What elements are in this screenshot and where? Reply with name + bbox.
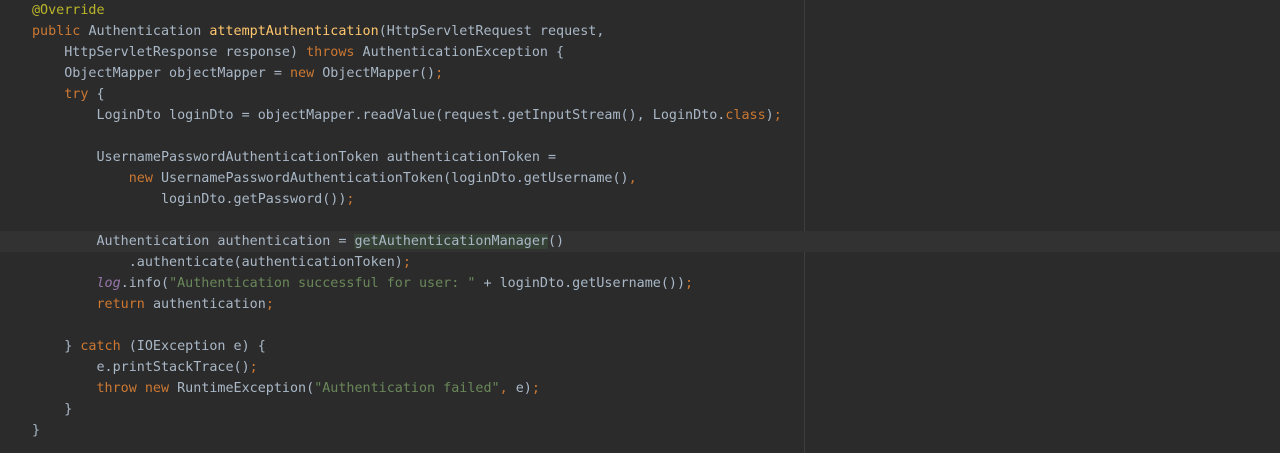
code-line[interactable]: }	[32, 420, 782, 441]
annotation-token: @Override	[32, 3, 105, 18]
code-token: UsernamePasswordAuthenticationToken auth…	[32, 150, 557, 165]
keyword-token: ;	[773, 108, 782, 123]
keyword-token: return	[96, 297, 153, 312]
code-line[interactable]: try {	[32, 84, 782, 105]
code-token: e)	[515, 381, 532, 396]
code-token: .authenticate(authenticationToken)	[32, 255, 403, 270]
code-token: (IOException e) {	[128, 339, 266, 354]
keyword-token: ;	[346, 192, 355, 207]
code-token: UsernamePasswordAuthenticationToken(logi…	[161, 171, 629, 186]
code-line[interactable]: UsernamePasswordAuthenticationToken auth…	[32, 147, 782, 168]
code-line[interactable]	[32, 315, 782, 336]
code-line[interactable]: return authentication;	[32, 294, 782, 315]
code-line[interactable]: } catch (IOException e) {	[32, 336, 782, 357]
code-token: ()	[547, 234, 565, 249]
code-token: Authentication	[88, 24, 210, 39]
code-token: .info(	[120, 276, 170, 291]
code-area[interactable]: @Override public Authentication attemptAu…	[0, 0, 1280, 441]
code-token: }	[32, 339, 81, 354]
keyword-token: ,	[499, 381, 516, 396]
code-token: RuntimeException(	[177, 381, 315, 396]
code-line[interactable]: ObjectMapper objectMapper = new ObjectMa…	[32, 63, 782, 84]
keyword-token: new	[289, 66, 323, 81]
code-token: ObjectMapper()	[322, 66, 436, 81]
code-line[interactable]: loginDto.getPassword());	[32, 189, 782, 210]
keyword-token: ;	[685, 276, 694, 291]
keyword-token: new	[128, 171, 161, 186]
right-margin-guide	[804, 0, 805, 453]
code-token: )	[765, 108, 774, 123]
code-line[interactable]: log.info("Authentication successful for …	[32, 273, 782, 294]
code-line[interactable]: .authenticate(authenticationToken);	[32, 252, 782, 273]
code-token: authentication	[152, 297, 266, 312]
code-line[interactable]: @Override	[32, 0, 782, 21]
code-token: e.printStackTrace()	[32, 360, 250, 375]
code-line[interactable]: HttpServletResponse response) throws Aut…	[32, 42, 782, 63]
code-token: HttpServletResponse response)	[32, 45, 307, 60]
code-token: ObjectMapper objectMapper =	[32, 66, 290, 81]
keyword-token: throws	[306, 45, 363, 60]
code-token: (HttpServletRequest request,	[378, 24, 605, 39]
code-line[interactable]	[32, 126, 782, 147]
code-line[interactable]: throw new RuntimeException("Authenticati…	[32, 378, 782, 399]
editor-gutter	[0, 0, 22, 453]
keyword-token: class	[725, 108, 766, 123]
static-field-token: log	[96, 276, 121, 291]
keyword-token: public	[32, 24, 89, 39]
code-token: }	[32, 402, 73, 417]
code-token: AuthenticationException {	[362, 45, 565, 60]
keyword-token: ;	[249, 360, 258, 375]
string-literal: "Authentication successful for user: "	[169, 276, 476, 291]
code-line[interactable]: new UsernamePasswordAuthenticationToken(…	[32, 168, 782, 189]
keyword-token: ;	[402, 255, 411, 270]
code-token: loginDto.getPassword())	[32, 192, 347, 207]
code-token: }	[32, 423, 41, 438]
method-call-highlight: getAuthenticationManager	[354, 234, 548, 249]
keyword-token: ;	[265, 297, 274, 312]
string-literal: "Authentication failed"	[314, 381, 500, 396]
keyword-token: throw new	[96, 381, 178, 396]
code-line[interactable]	[32, 210, 782, 231]
code-line-current[interactable]: Authentication authentication = getAuthe…	[0, 231, 1280, 252]
code-token: {	[96, 87, 105, 102]
code-token: Authentication authentication =	[32, 234, 355, 249]
keyword-token: ,	[628, 171, 637, 186]
keyword-token: ;	[435, 66, 444, 81]
code-line[interactable]: LoginDto loginDto = objectMapper.readVal…	[32, 105, 782, 126]
code-line[interactable]: public Authentication attemptAuthenticat…	[32, 21, 782, 42]
code-editor[interactable]: @Override public Authentication attemptAu…	[0, 0, 1280, 453]
method-name-token: attemptAuthentication	[209, 24, 379, 39]
code-token: LoginDto loginDto = objectMapper.readVal…	[32, 108, 726, 123]
code-line[interactable]: }	[32, 399, 782, 420]
code-token: + loginDto.getUsername())	[475, 276, 686, 291]
keyword-token: try	[64, 87, 97, 102]
keyword-token: catch	[80, 339, 129, 354]
keyword-token: ;	[531, 381, 540, 396]
code-line[interactable]: e.printStackTrace();	[32, 357, 782, 378]
